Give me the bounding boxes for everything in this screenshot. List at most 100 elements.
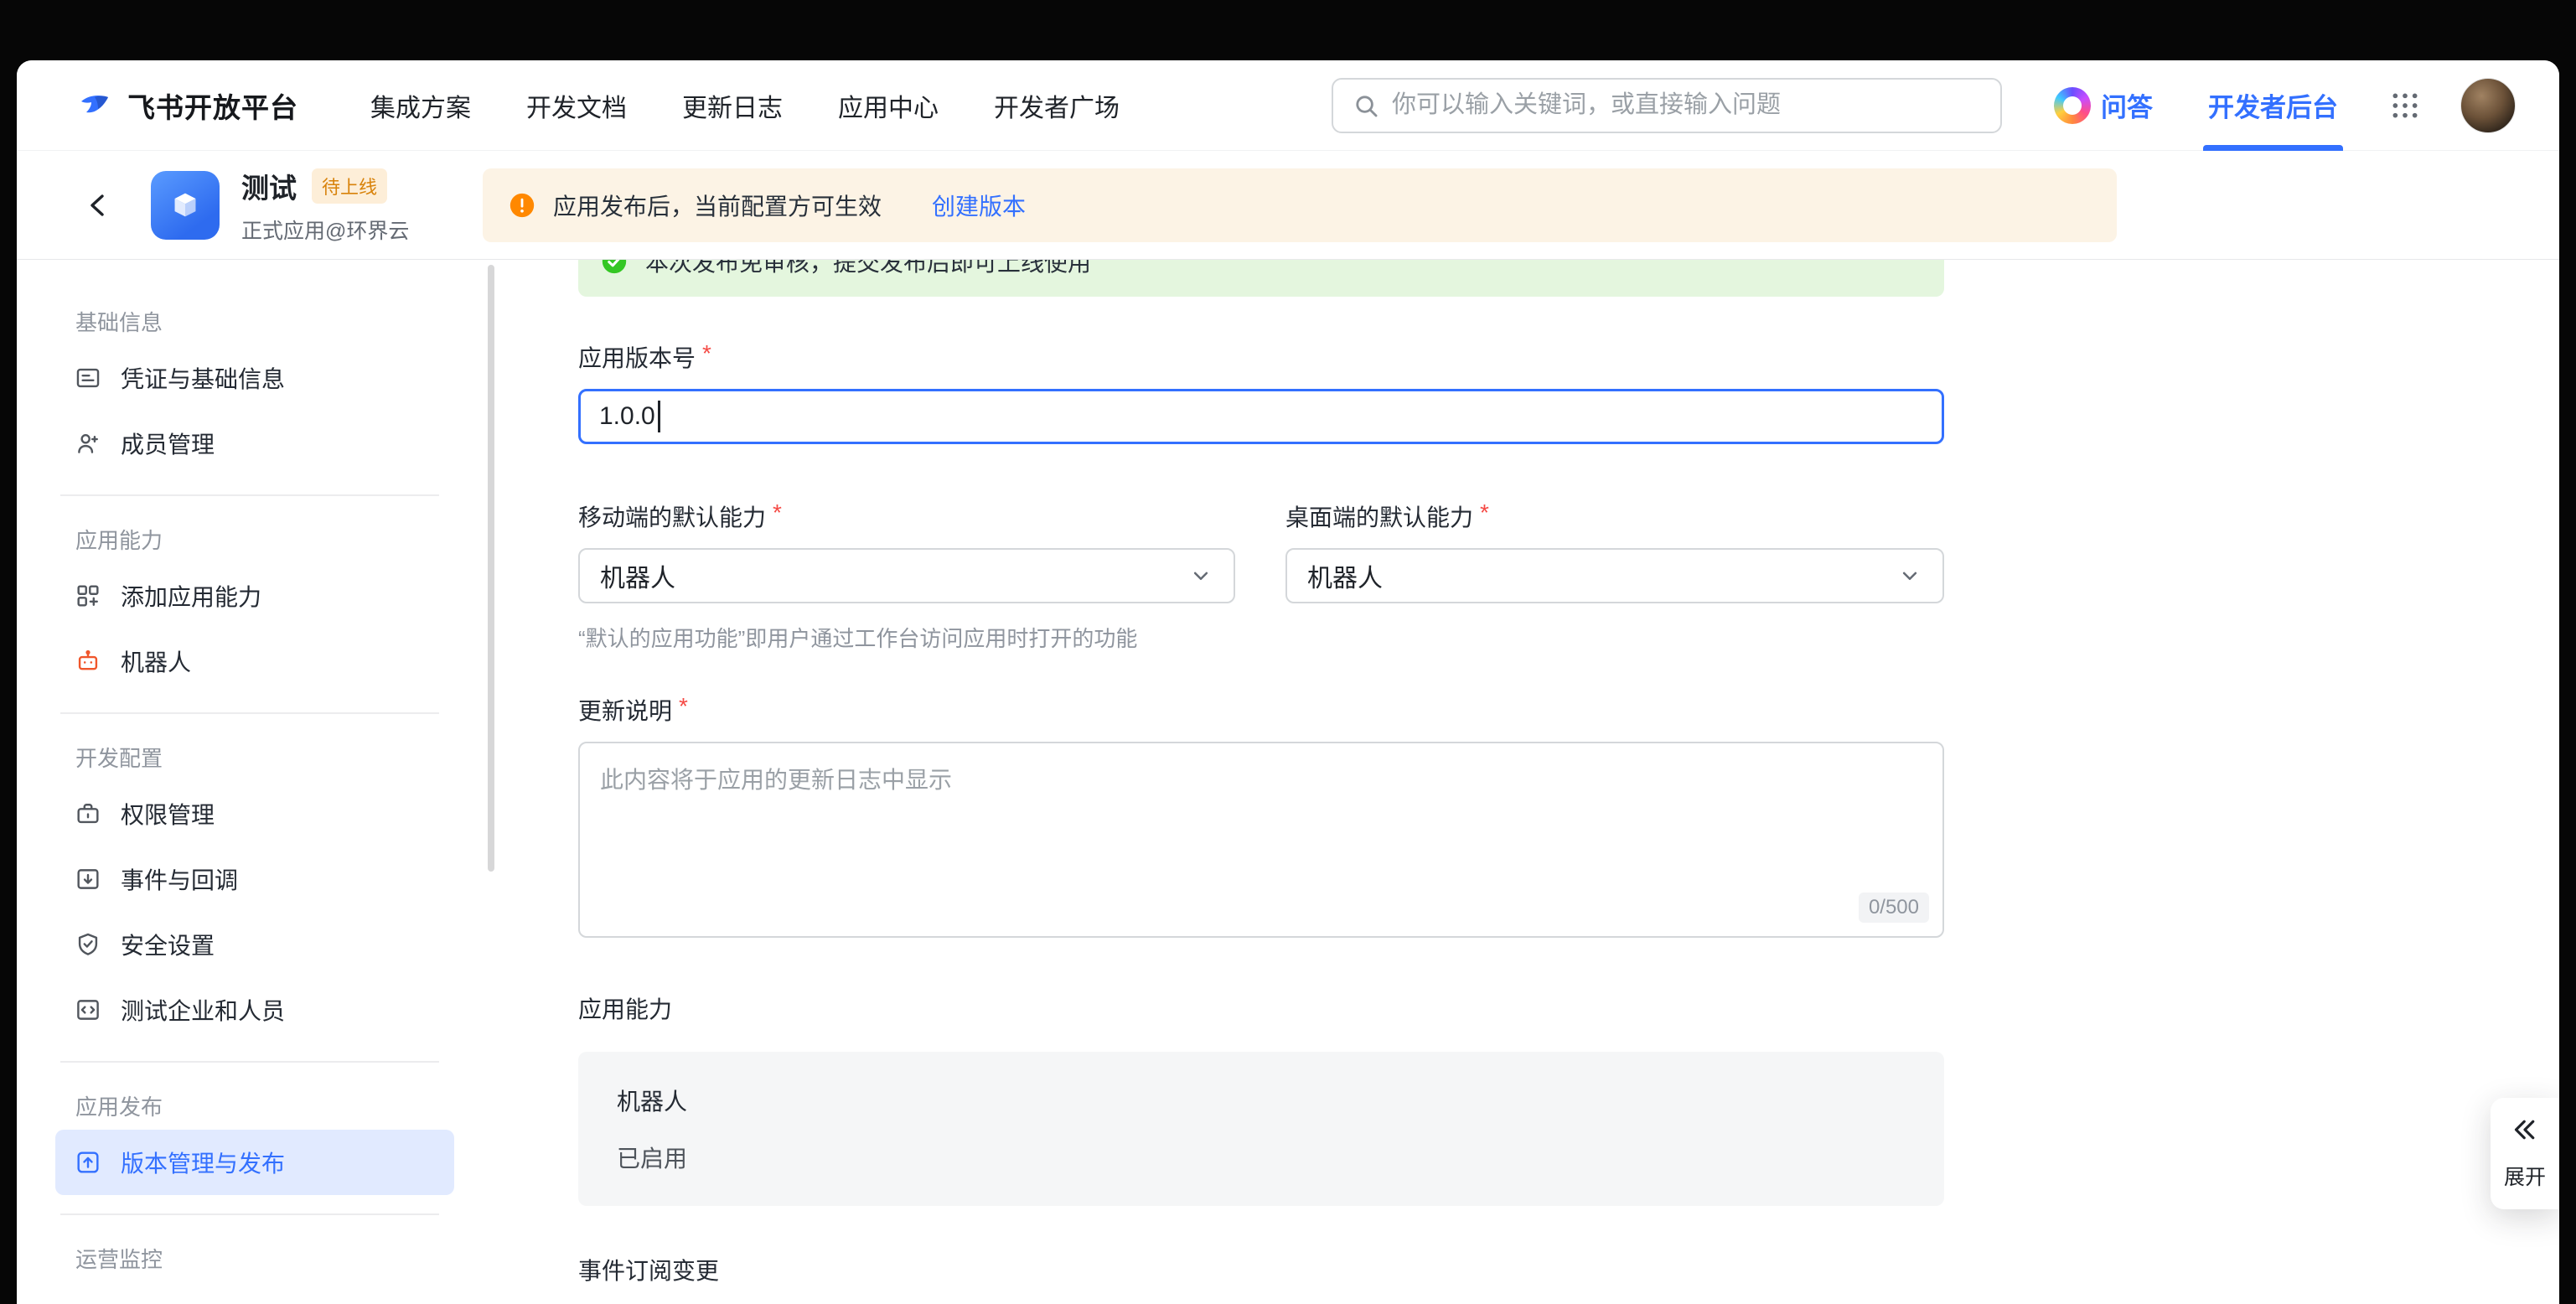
nav-item-integration[interactable]: 集成方案 [370,87,471,124]
sidebar-item-label: 添加应用能力 [121,579,261,613]
shield-icon [74,930,102,959]
sidebar-item-label: 测试企业和人员 [121,993,285,1027]
qa-label: 问答 [2101,86,2153,124]
sidebar-divider [60,712,439,714]
success-check-icon [600,260,628,276]
desktop-capability-value: 机器人 [1307,557,1383,594]
release-up-arrow-icon [74,1148,102,1177]
sidebar-item-label: 事件与回调 [121,862,238,896]
sidebar-item-test-org[interactable]: 测试企业和人员 [55,977,454,1043]
sidebar-divider [60,1213,439,1215]
qa-ai-icon [2054,87,2091,124]
sidebar-item-label: 版本管理与发布 [121,1146,285,1179]
app-subtitle: 正式应用@环界云 [241,215,409,245]
nav-item-docs[interactable]: 开发文档 [526,87,627,124]
browser-window: 飞书开放平台 集成方案 开发文档 更新日志 应用中心 开发者广场 问答 开发者后… [17,60,2559,1304]
sidebar-section-dev-config: 开发配置 [55,732,503,781]
nav-item-dev-plaza[interactable]: 开发者广场 [994,87,1120,124]
sidebar-section-capability: 应用能力 [55,515,503,563]
sidebar-section-release: 应用发布 [55,1081,503,1130]
permission-icon [74,799,102,828]
sidebar-scrollbar[interactable] [488,265,494,872]
id-card-icon [74,364,102,392]
sidebar-item-members[interactable]: 成员管理 [55,411,454,476]
add-capability-icon [74,582,102,610]
app-name: 测试 [241,166,297,206]
required-asterisk: * [1480,499,1489,526]
global-search[interactable] [1332,78,2002,133]
app-meta: 测试 待上线 正式应用@环界云 [241,166,409,245]
double-chevron-left-icon [2510,1115,2540,1145]
body-region: 基础信息 凭证与基础信息 成员管理 应用能力 [17,260,2559,1304]
feishu-logo-icon [75,89,114,122]
tab-developer-console[interactable]: 开发者后台 [2208,60,2338,150]
version-input[interactable]: 1.0.0 [578,389,1944,444]
default-capability-row: 移动端的默认能力 * 机器人 桌面端的默认能力 * [578,499,1944,603]
sidebar-item-events[interactable]: 事件与回调 [55,846,454,912]
capability-name: 机器人 [617,1084,1906,1117]
app-bar: 测试 待上线 正式应用@环界云 应用发布后，当前配置方可生效 创建版本 [17,151,2559,260]
sidebar-divider [60,494,439,496]
create-version-link[interactable]: 创建版本 [932,189,1026,222]
capability-section-title: 应用能力 [578,991,1944,1025]
app-icon [151,171,220,240]
release-form: 本次发布免审核，提交发布后即可上线使用 应用版本号 * 1.0.0 移动端的默认… [578,260,1944,1304]
success-banner: 本次发布免审核，提交发布后即可上线使用 [578,260,1944,297]
mobile-capability-label: 移动端的默认能力 * [578,499,1235,533]
notes-textarea[interactable] [578,742,1944,938]
notes-field: 0/500 [578,742,1944,938]
version-label: 应用版本号 * [578,340,1944,374]
primary-nav: 集成方案 开发文档 更新日志 应用中心 开发者广场 [370,87,1120,124]
sidebar-item-label: 机器人 [121,644,191,678]
warning-icon [508,191,536,220]
sidebar-item-credentials[interactable]: 凭证与基础信息 [55,345,454,411]
mobile-capability-value: 机器人 [600,557,675,594]
nav-item-changelog[interactable]: 更新日志 [682,87,783,124]
sidebar-item-label: 安全设置 [121,928,215,961]
robot-icon [74,647,102,675]
chevron-down-icon [1188,563,1213,588]
sidebar-item-add-capability[interactable]: 添加应用能力 [55,563,454,629]
apps-grid-icon[interactable] [2388,89,2422,122]
main-content: 本次发布免审核，提交发布后即可上线使用 应用版本号 * 1.0.0 移动端的默认… [503,260,2559,1304]
active-tab-indicator [2203,145,2343,151]
expand-panel-button[interactable]: 展开 [2491,1098,2559,1209]
default-capability-hint: “默认的应用功能”即用户通过工作台访问应用时打开的功能 [578,622,1944,653]
sidebar-item-security[interactable]: 安全设置 [55,912,454,977]
member-icon [74,429,102,458]
desktop-capability-select[interactable]: 机器人 [1285,548,1944,603]
sidebar-section-basic: 基础信息 [55,297,503,345]
sidebar-item-label: 权限管理 [121,797,215,831]
search-input[interactable] [1392,91,1982,119]
code-brackets-icon [74,996,102,1024]
sidebar-item-label: 成员管理 [121,427,215,460]
back-button[interactable] [82,189,116,222]
brand-name: 飞书开放平台 [127,85,298,126]
publish-warning-banner: 应用发布后，当前配置方可生效 创建版本 [483,168,2117,242]
search-icon [1352,91,1380,120]
nav-item-app-center[interactable]: 应用中心 [838,87,939,124]
text-caret [658,401,660,432]
header-right: 问答 开发者后台 [2002,60,2516,150]
desktop-capability-label: 桌面端的默认能力 * [1285,499,1944,533]
chevron-down-icon [1897,563,1922,588]
sidebar: 基础信息 凭证与基础信息 成员管理 应用能力 [17,260,503,1304]
event-section-title: 事件订阅变更 [578,1253,1944,1286]
qa-button[interactable]: 问答 [2054,86,2153,124]
success-banner-text: 本次发布免审核，提交发布后即可上线使用 [645,260,1091,278]
warning-text: 应用发布后，当前配置方可生效 [553,189,882,222]
brand[interactable]: 飞书开放平台 [75,85,298,126]
sidebar-item-permissions[interactable]: 权限管理 [55,781,454,846]
sidebar-section-monitoring: 运营监控 [55,1234,503,1282]
sidebar-item-bot[interactable]: 机器人 [55,629,454,694]
status-badge: 待上线 [312,168,387,204]
required-asterisk: * [679,693,688,720]
notes-label: 更新说明 * [578,693,1944,727]
mobile-capability-select[interactable]: 机器人 [578,548,1235,603]
top-header: 飞书开放平台 集成方案 开发文档 更新日志 应用中心 开发者广场 问答 开发者后… [17,60,2559,151]
required-asterisk: * [702,340,711,367]
user-avatar[interactable] [2460,78,2516,133]
capability-panel: 机器人 已启用 [578,1052,1944,1206]
sidebar-item-version-release[interactable]: 版本管理与发布 [55,1130,454,1195]
version-value: 1.0.0 [599,402,655,431]
